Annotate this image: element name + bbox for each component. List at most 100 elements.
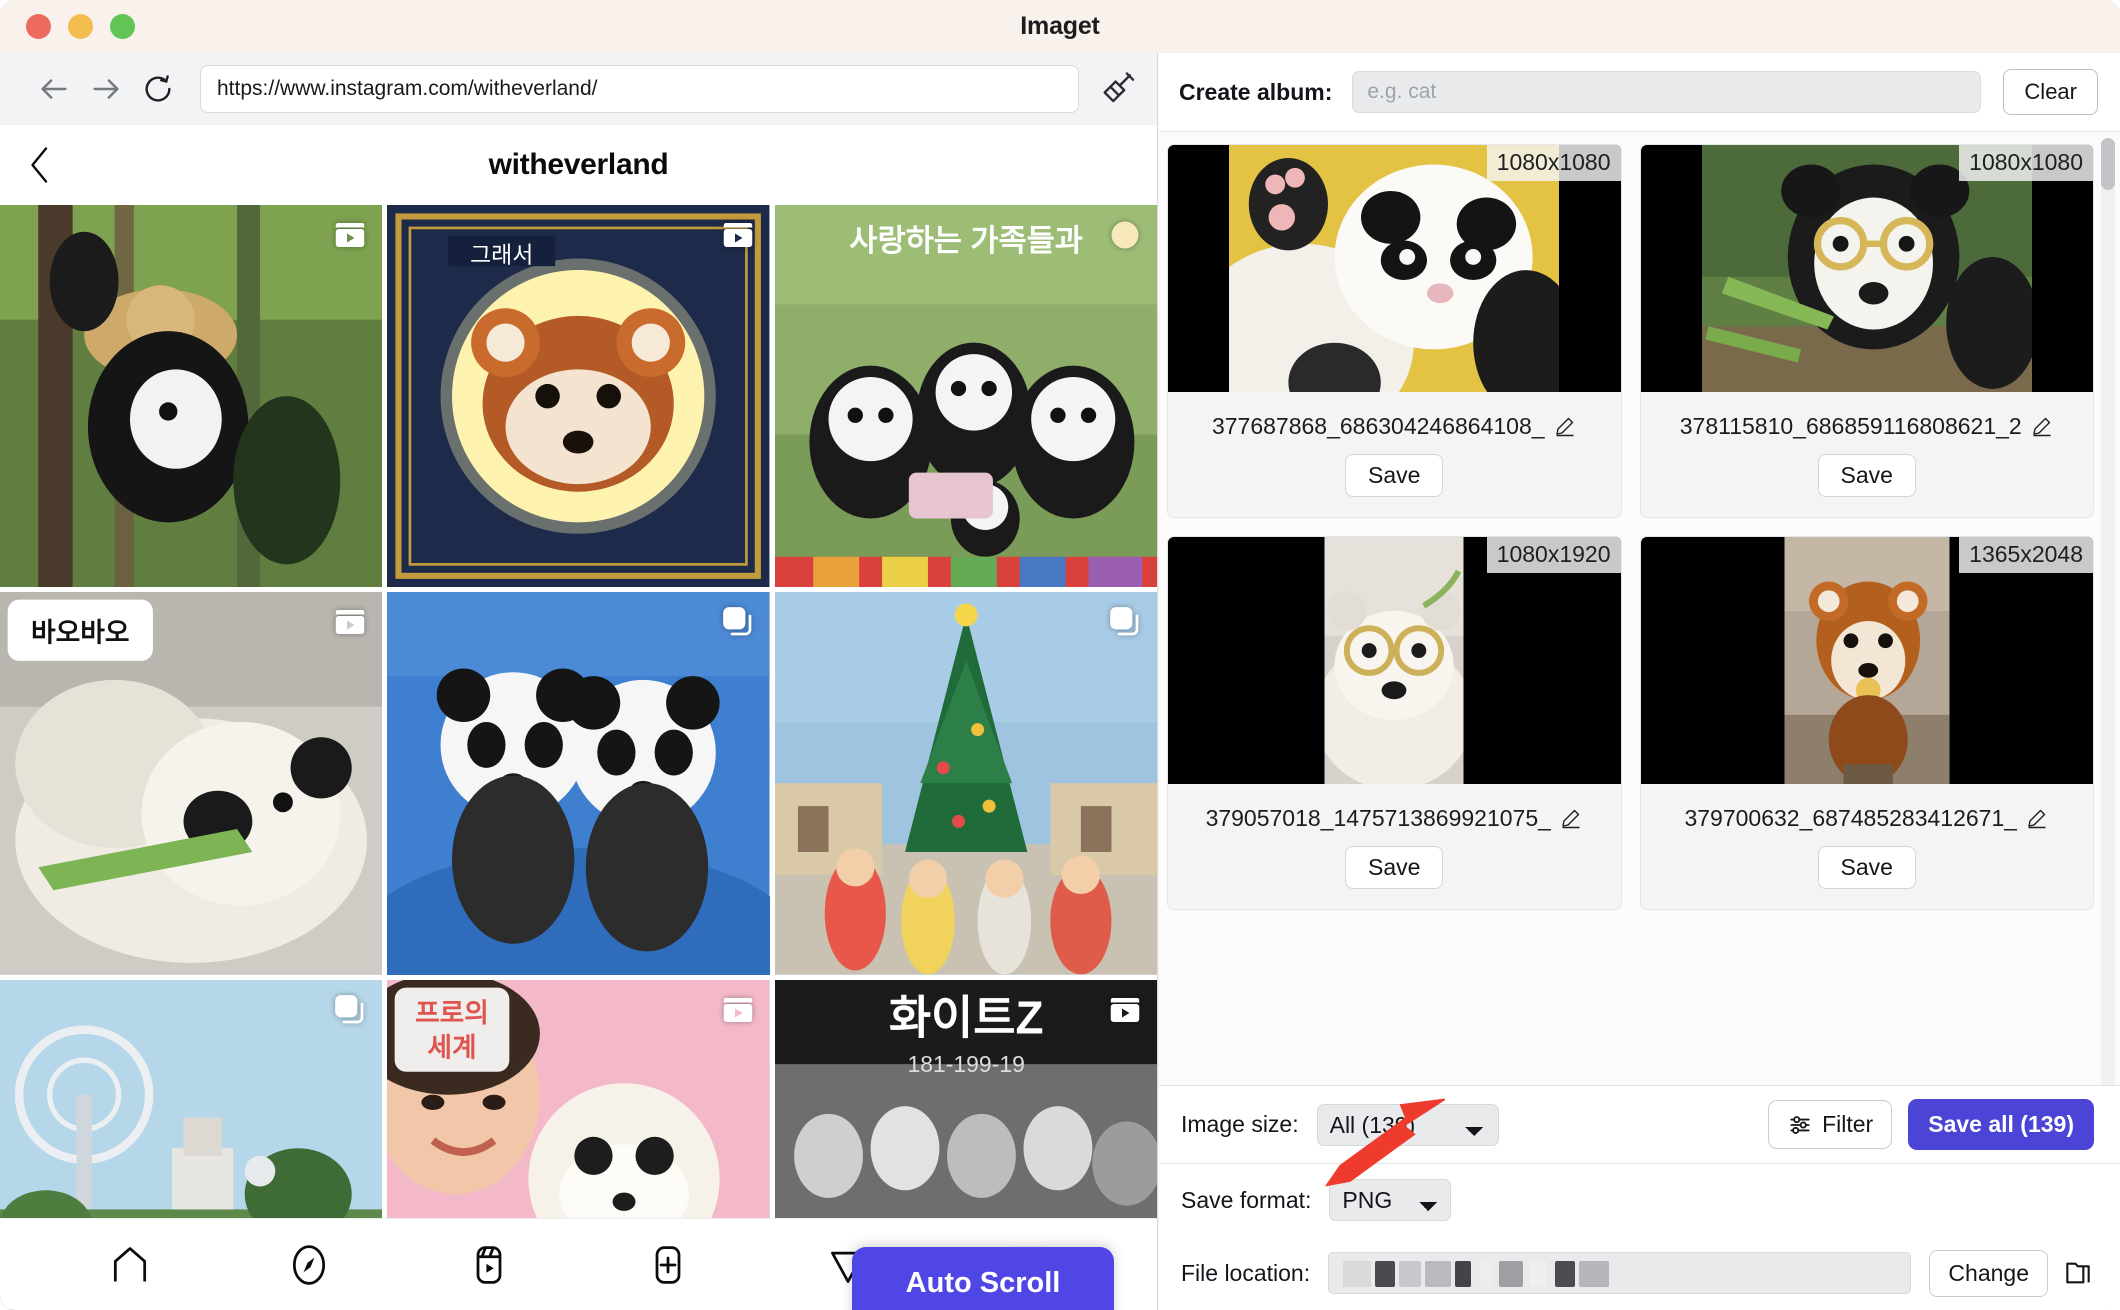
image-filename-row: 378115810_686859116808621_2 (1641, 392, 2094, 454)
scrollbar-thumb[interactable] (2101, 138, 2115, 190)
card-save-row: Save (1641, 846, 2094, 909)
redacted-path-block (1499, 1261, 1524, 1287)
thumbnail-art (1324, 537, 1464, 784)
save-button[interactable]: Save (1817, 846, 1916, 889)
image-filename: 379057018_1475713869921075_ (1205, 804, 1551, 831)
nav-create-button[interactable] (640, 1237, 696, 1293)
image-filename-row: 379057018_1475713869921075_ (1168, 784, 1621, 846)
card-save-row: Save (1641, 454, 2094, 517)
forward-button[interactable] (80, 63, 132, 115)
grid-post[interactable] (387, 592, 770, 975)
create-album-input[interactable] (1352, 71, 1982, 113)
rename-button[interactable] (1559, 806, 1583, 830)
post-thumbnail: 바오바오 (0, 592, 383, 975)
redacted-path-block (1579, 1261, 1610, 1287)
browser-toolbar (0, 53, 1157, 125)
arrow-left-icon (41, 79, 67, 99)
back-button[interactable] (28, 63, 80, 115)
results-scrollbar[interactable] (2101, 138, 2115, 1085)
rename-button[interactable] (2025, 806, 2049, 830)
grid-post[interactable]: 그래서 (387, 205, 770, 588)
grid-post[interactable]: 바오바오 (0, 592, 383, 975)
svg-text:바오바오: 바오바오 (31, 618, 129, 648)
save-format-select[interactable]: PNG (1329, 1179, 1452, 1221)
post-thumbnail: 그래서 (387, 205, 770, 588)
instagram-post-grid: 그래서 사랑하는 가족들과 바오바오 프로의 세계 화이트Z 181-199-1… (0, 205, 1157, 1310)
image-filename: 379700632_687485283412671_ (1684, 804, 2018, 831)
imaget-app-window: Imaget https://www.instagram.com/witheve… (0, 0, 2120, 1310)
image-card[interactable]: 1365x2048 379700632_687485283412671_ Sav… (1639, 536, 2094, 910)
broom-icon (1103, 72, 1135, 103)
save-button[interactable]: Save (1345, 846, 1444, 889)
app-title: Imaget (1020, 12, 1100, 40)
carousel-icon (335, 994, 364, 1024)
grid-post[interactable]: 사랑하는 가족들과 (774, 205, 1157, 588)
svg-text:181-199-19: 181-199-19 (907, 1050, 1024, 1076)
create-album-label: Create album: (1179, 78, 1333, 105)
image-thumbnail[interactable]: 1365x2048 (1640, 537, 2093, 784)
create-album-row: Create album: Clear (1159, 53, 2120, 131)
nav-explore-button[interactable] (281, 1237, 337, 1293)
url-input[interactable] (200, 65, 1079, 113)
clear-button[interactable]: Clear (2003, 69, 2098, 115)
svg-text:화이트Z: 화이트Z (889, 991, 1044, 1043)
rename-button[interactable] (2030, 414, 2054, 438)
post-thumbnail (774, 592, 1157, 975)
nav-home-button[interactable] (102, 1237, 158, 1293)
thumbnail-art (1229, 145, 1560, 392)
thumbnail-art (1701, 145, 2032, 392)
image-size-badge: 1080x1920 (1486, 537, 1621, 573)
grid-post[interactable] (0, 205, 383, 588)
image-size-badge: 1080x1080 (1486, 145, 1621, 181)
rename-button[interactable] (1553, 414, 1577, 438)
reload-button[interactable] (132, 63, 184, 115)
compass-icon (293, 1244, 326, 1285)
footer-controls: Image size: All (139) Filter Save all (1… (1159, 1085, 2120, 1310)
reel-icon (723, 997, 752, 1022)
image-results-grid: 1080x1080 377687868_686304246864108_ Sav… (1159, 132, 2120, 922)
grid-post[interactable] (774, 592, 1157, 975)
svg-text:그래서: 그래서 (470, 241, 533, 267)
filter-button[interactable]: Filter (1768, 1100, 1893, 1149)
redacted-path-block (1375, 1261, 1396, 1287)
image-thumbnail[interactable]: 1080x1080 (1168, 145, 1621, 392)
nav-reels-button[interactable] (461, 1237, 517, 1293)
reel-icon (336, 610, 365, 635)
redacted-path-block (1399, 1261, 1422, 1287)
svg-text:사랑하는 가족들과: 사랑하는 가족들과 (849, 224, 1083, 258)
image-size-select[interactable]: All (139) (1316, 1103, 1499, 1146)
open-folder-button[interactable] (2062, 1257, 2094, 1289)
thumbnail-art (1784, 537, 1950, 784)
save-button[interactable]: Save (1345, 454, 1444, 497)
image-thumbnail[interactable]: 1080x1080 (1640, 145, 2093, 392)
image-card[interactable]: 1080x1920 379057018_1475713869921075_ Sa… (1167, 536, 1622, 910)
pencil-icon (1555, 417, 1574, 437)
svg-text:세계: 세계 (428, 1032, 477, 1062)
sliders-icon (1790, 1115, 1810, 1134)
imaget-panel: Create album: Clear (1159, 53, 2120, 1310)
image-card[interactable]: 1080x1080 377687868_686304246864108_ Sav… (1167, 144, 1622, 518)
redacted-path-block (1529, 1261, 1548, 1287)
redacted-path-block (1455, 1261, 1472, 1287)
browser-pane: witheverland (0, 53, 1158, 1310)
plus-square-icon (655, 1245, 681, 1284)
image-card[interactable]: 1080x1080 378115810_686859116808621_2 Sa… (1639, 144, 2094, 518)
image-size-label: Image size: (1181, 1111, 1299, 1137)
clear-cache-button[interactable] (1079, 59, 1157, 119)
file-location-input[interactable] (1328, 1252, 1912, 1294)
reload-icon (145, 75, 171, 102)
arrow-right-icon (93, 79, 119, 99)
image-size-badge: 1365x2048 (1959, 537, 2093, 573)
auto-scroll-button[interactable]: Auto Scroll (852, 1247, 1114, 1310)
reel-icon (336, 223, 365, 247)
post-thumbnail (387, 592, 770, 975)
image-filename: 377687868_686304246864108_ (1211, 412, 1545, 439)
save-all-button[interactable]: Save all (139) (1908, 1099, 2094, 1150)
save-button[interactable]: Save (1817, 454, 1916, 497)
image-filename: 378115810_686859116808621_2 (1679, 412, 2022, 439)
change-location-button[interactable]: Change (1929, 1249, 2048, 1297)
svg-text:프로의: 프로의 (415, 998, 489, 1028)
image-thumbnail[interactable]: 1080x1920 (1168, 537, 1621, 784)
save-format-label: Save format: (1181, 1186, 1312, 1213)
redacted-path-block (1425, 1261, 1452, 1287)
